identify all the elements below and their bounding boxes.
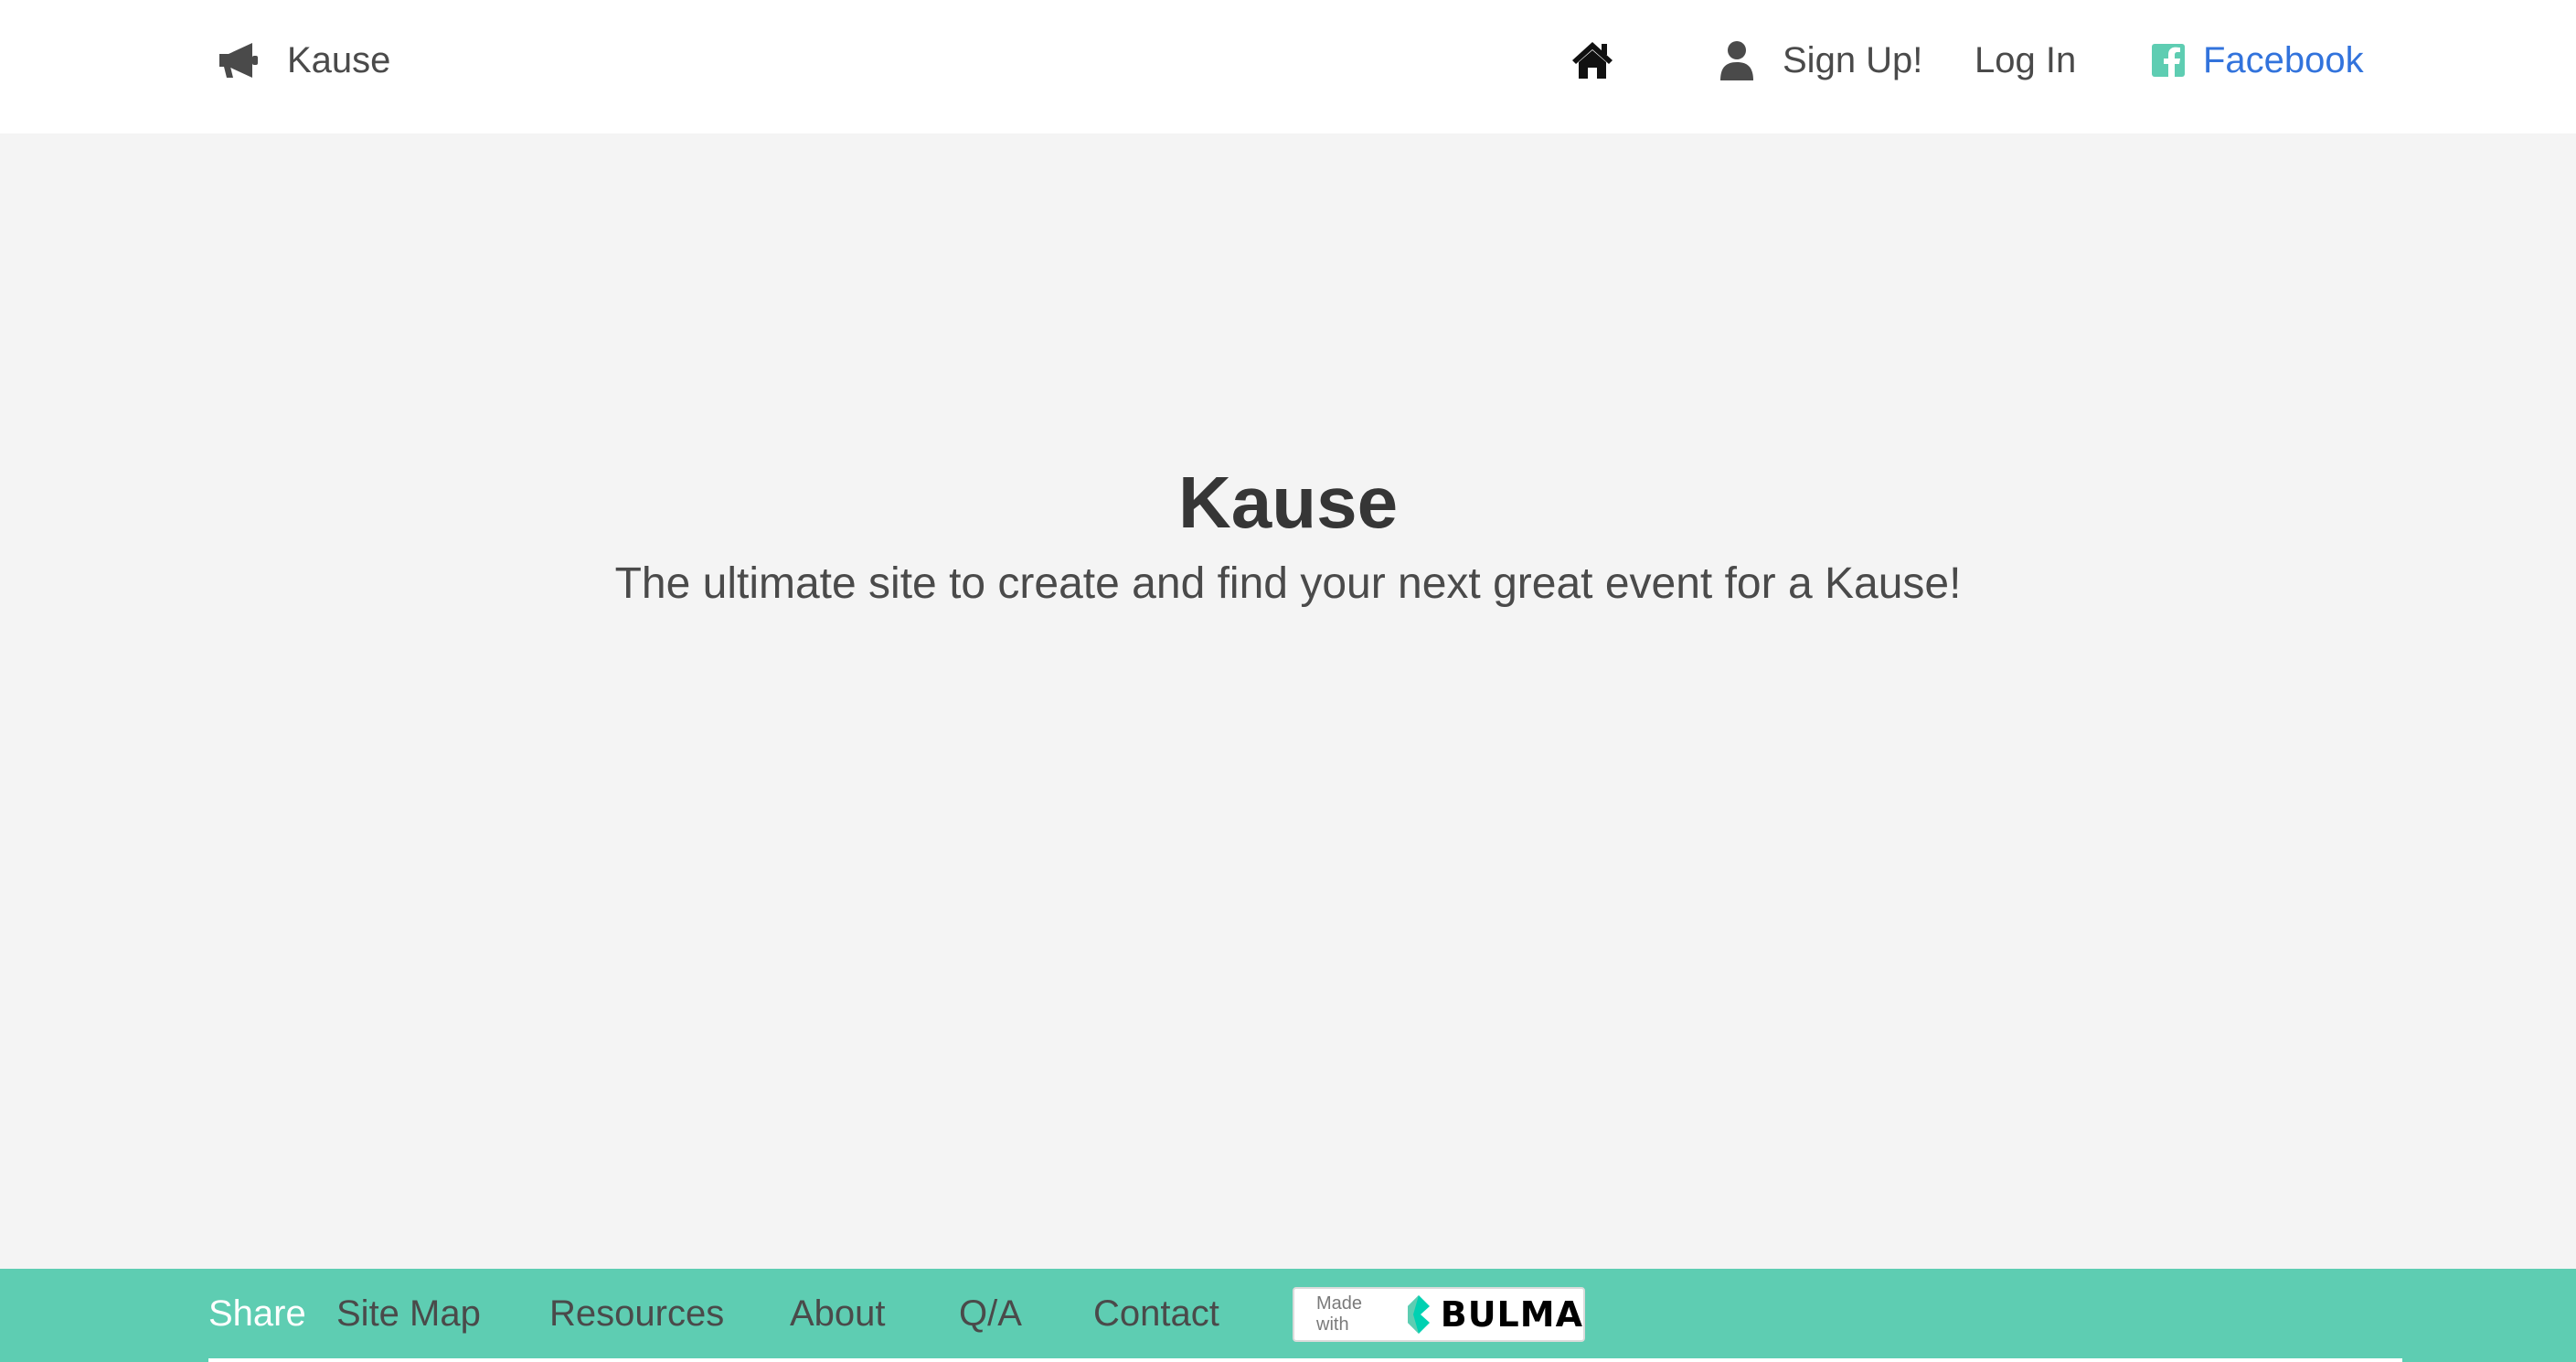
facebook-label: Facebook bbox=[2203, 39, 2364, 80]
footer: Share Site Map Resources About Q/A Conta… bbox=[0, 1269, 2576, 1362]
megaphone-icon bbox=[216, 37, 261, 83]
brand-label: Kause bbox=[287, 39, 391, 80]
footer-share-label: Share bbox=[208, 1293, 306, 1334]
made-with-bulma-badge[interactable]: Made with BULMA bbox=[1293, 1287, 1585, 1342]
footer-link-contact[interactable]: Contact bbox=[1093, 1269, 1219, 1358]
footer-link-sitemap[interactable]: Site Map bbox=[336, 1269, 481, 1358]
footer-divider bbox=[208, 1358, 2402, 1362]
facebook-icon bbox=[2152, 44, 2185, 77]
bulma-logo-icon bbox=[1406, 1295, 1432, 1334]
brand-link[interactable]: Kause bbox=[216, 0, 390, 121]
hero-subtitle: The ultimate site to create and find you… bbox=[614, 559, 1962, 608]
bulma-brand-text: BULMA bbox=[1440, 1294, 1583, 1335]
top-navbar: Kause Sign Up! Log In Facebook bbox=[0, 0, 2576, 133]
hero-section: Kause The ultimate site to create and fi… bbox=[0, 133, 2576, 1269]
home-icon bbox=[1570, 40, 1614, 80]
home-link[interactable] bbox=[1570, 0, 1614, 121]
hero-title: Kause bbox=[1177, 462, 1399, 543]
facebook-link[interactable]: Facebook bbox=[2152, 0, 2364, 121]
made-with-label: Made with bbox=[1316, 1293, 1363, 1335]
login-link[interactable]: Log In bbox=[1975, 0, 2076, 121]
user-icon bbox=[1719, 40, 1755, 80]
footer-link-resources[interactable]: Resources bbox=[549, 1269, 724, 1358]
signup-link[interactable]: Sign Up! bbox=[1719, 0, 1922, 121]
signup-label: Sign Up! bbox=[1783, 39, 1923, 80]
footer-link-qa[interactable]: Q/A bbox=[959, 1269, 1022, 1358]
footer-link-about[interactable]: About bbox=[790, 1269, 886, 1358]
